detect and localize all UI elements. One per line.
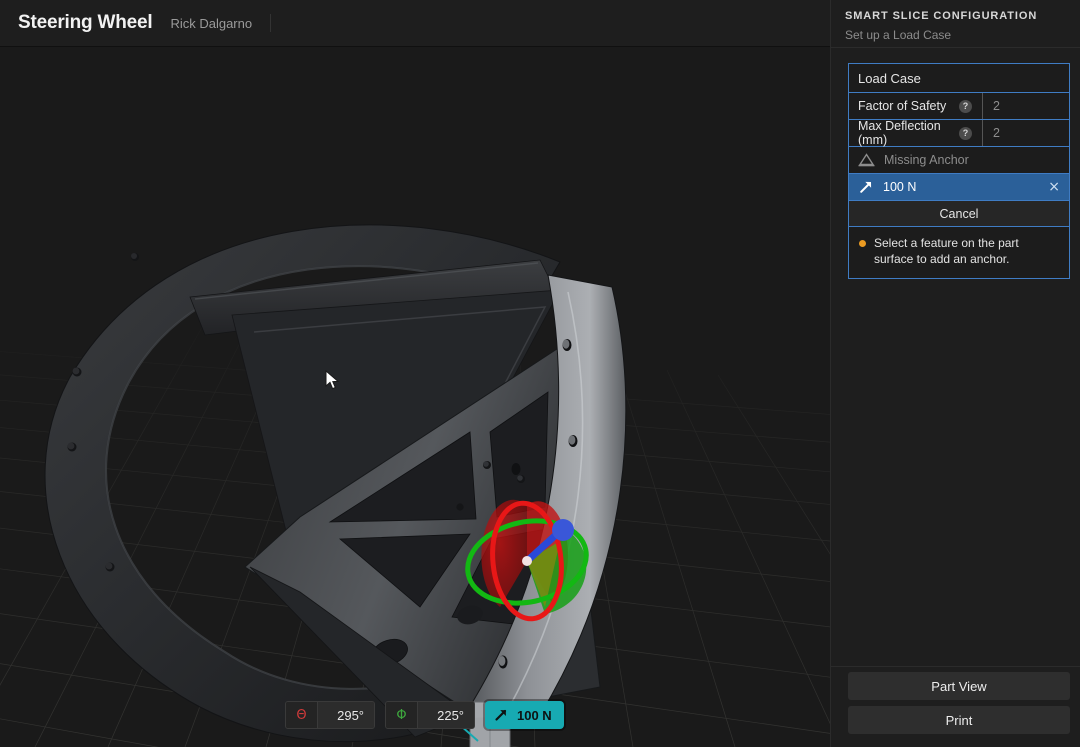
print-button[interactable]: Print xyxy=(848,706,1070,734)
phi-angle-widget[interactable]: Φ 225° xyxy=(385,701,475,729)
max-deflection-label-cell: Max Deflection (mm) ? xyxy=(849,120,983,146)
theta-angle-value[interactable]: 295° xyxy=(318,702,374,728)
sidebar-footer-buttons: Part View Print xyxy=(848,672,1070,734)
factor-of-safety-label-cell: Factor of Safety ? xyxy=(849,93,983,119)
sidebar-section-title: SMART SLICE CONFIGURATION xyxy=(845,10,1066,22)
sidebar-header-divider xyxy=(831,47,1080,48)
app-root: Steering Wheel Rick Dalgarno xyxy=(0,0,1080,747)
model-viewport[interactable]: Θ 295° Φ 225° 100 N xyxy=(0,47,830,747)
anchor-hint-text: Select a feature on the part surface to … xyxy=(874,236,1059,268)
force-arrow-icon xyxy=(493,707,509,723)
hint-bullet-icon xyxy=(859,240,866,247)
model-render xyxy=(0,47,830,747)
anchor-triangle-icon xyxy=(858,153,875,167)
force-arrow-icon xyxy=(858,179,874,195)
remove-load-icon[interactable]: × xyxy=(1048,180,1060,194)
sidebar-footer-divider xyxy=(831,666,1080,667)
viewport-bottom-toolbar: Θ 295° Φ 225° 100 N xyxy=(285,701,564,729)
configuration-sidebar: SMART SLICE CONFIGURATION Set up a Load … xyxy=(830,0,1080,747)
load-magnitude-badge[interactable]: 100 N xyxy=(485,701,564,729)
factor-of-safety-help-icon[interactable]: ? xyxy=(959,100,972,113)
part-view-button[interactable]: Part View xyxy=(848,672,1070,700)
load-case-card: Load Case Factor of Safety ? 2 Max Defle… xyxy=(848,63,1070,279)
sidebar-header: SMART SLICE CONFIGURATION Set up a Load … xyxy=(831,0,1080,47)
load-case-title: Load Case xyxy=(849,64,1069,93)
page-title: Steering Wheel xyxy=(18,12,152,34)
max-deflection-value[interactable]: 2 xyxy=(983,120,1069,146)
author-label: Rick Dalgarno xyxy=(170,16,252,31)
max-deflection-label: Max Deflection (mm) xyxy=(858,119,959,147)
factor-of-safety-row[interactable]: Factor of Safety ? 2 xyxy=(849,93,1069,120)
max-deflection-row[interactable]: Max Deflection (mm) ? 2 xyxy=(849,120,1069,147)
sidebar-section-subtitle: Set up a Load Case xyxy=(845,28,1066,42)
header-divider xyxy=(270,14,271,32)
load-magnitude-label: 100 N xyxy=(517,708,552,723)
steering-wheel-model[interactable] xyxy=(45,225,626,743)
factor-of-safety-value[interactable]: 2 xyxy=(983,93,1069,119)
cancel-button[interactable]: Cancel xyxy=(849,201,1069,227)
gizmo-blue-handle[interactable] xyxy=(552,519,574,541)
theta-icon: Θ xyxy=(286,702,318,728)
phi-icon: Φ xyxy=(386,702,418,728)
missing-anchor-label: Missing Anchor xyxy=(884,153,969,167)
app-header: Steering Wheel Rick Dalgarno xyxy=(0,0,830,47)
gizmo-origin xyxy=(522,556,532,566)
missing-anchor-row[interactable]: Missing Anchor xyxy=(849,147,1069,174)
max-deflection-help-icon[interactable]: ? xyxy=(959,127,972,140)
phi-angle-value[interactable]: 225° xyxy=(418,702,474,728)
factor-of-safety-label: Factor of Safety xyxy=(858,99,959,113)
load-item-row[interactable]: 100 N × xyxy=(849,174,1069,201)
load-item-label: 100 N xyxy=(883,180,1039,194)
anchor-hint-message: Select a feature on the part surface to … xyxy=(849,227,1069,278)
theta-angle-widget[interactable]: Θ 295° xyxy=(285,701,375,729)
